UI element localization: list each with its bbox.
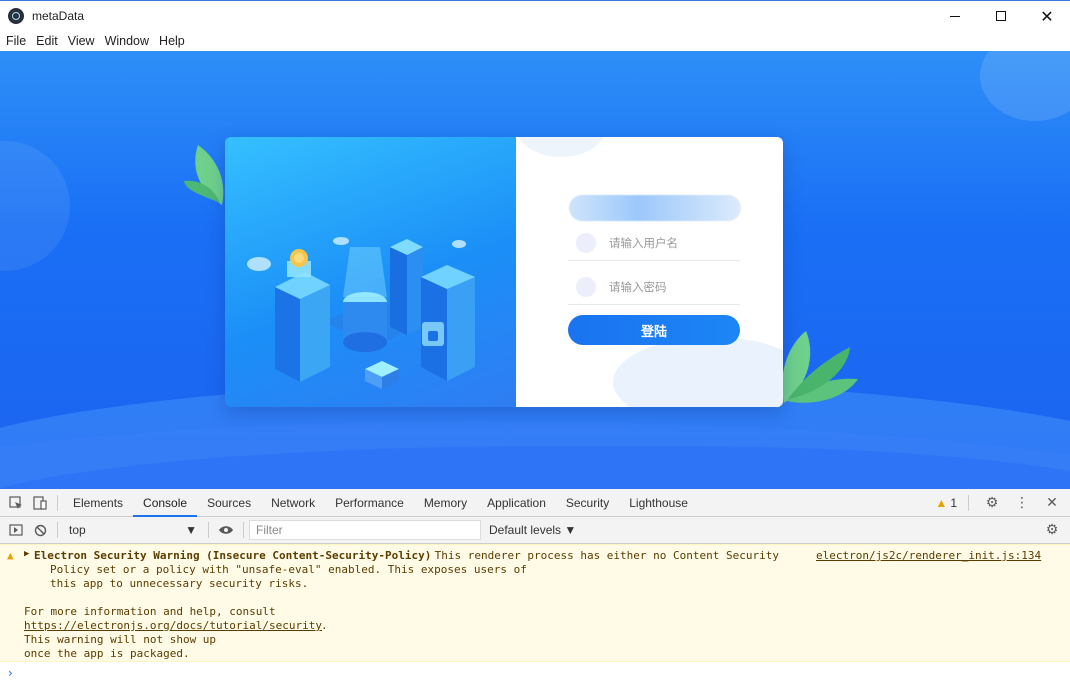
user-icon bbox=[576, 232, 596, 253]
dropdown-arrow-icon: ▼ bbox=[185, 523, 197, 537]
toolbar-divider bbox=[208, 522, 209, 538]
leaf-decoration-icon bbox=[782, 331, 858, 403]
close-icon: ✕ bbox=[1040, 6, 1054, 26]
device-toolbar-icon[interactable] bbox=[28, 491, 52, 515]
tab-network[interactable]: Network bbox=[261, 489, 325, 517]
console-warning-message: ▲ ▶ Electron Security Warning (Insecure … bbox=[0, 544, 1070, 662]
toolbar-divider bbox=[968, 495, 969, 511]
warning-icon: ▲ bbox=[935, 496, 948, 510]
password-field bbox=[568, 269, 740, 305]
docs-link[interactable]: https://electronjs.org/docs/tutorial/sec… bbox=[24, 619, 322, 632]
execution-context-select[interactable]: top ▼ bbox=[63, 520, 203, 540]
leaf-decoration-icon bbox=[184, 145, 224, 205]
tab-lighthouse[interactable]: Lighthouse bbox=[619, 489, 698, 517]
tab-sources[interactable]: Sources bbox=[197, 489, 261, 517]
settings-gear-icon[interactable]: ⚙ bbox=[980, 491, 1004, 515]
window-title: metaData bbox=[32, 9, 85, 23]
devtools-tab-actions: ▲ 1 ⚙ ⋮ ✕ bbox=[935, 489, 1064, 517]
toolbar-divider bbox=[243, 522, 244, 538]
username-field bbox=[568, 225, 740, 261]
show-sidebar-icon[interactable] bbox=[4, 518, 28, 542]
warning-text: For more information and help, consult bbox=[24, 605, 276, 618]
tab-security[interactable]: Security bbox=[556, 489, 619, 517]
maximize-icon bbox=[996, 11, 1006, 21]
login-card: 登陆 bbox=[225, 137, 783, 407]
background-blob bbox=[980, 51, 1070, 121]
electron-app-icon bbox=[8, 8, 24, 24]
clear-console-icon[interactable] bbox=[28, 518, 52, 542]
lock-icon bbox=[576, 276, 596, 297]
tab-console[interactable]: Console bbox=[133, 489, 198, 517]
console-toolbar: top ▼ Default levels ▼ ⚙ bbox=[0, 517, 1070, 544]
menu-help[interactable]: Help bbox=[154, 34, 190, 48]
warning-text: This warning will not show up bbox=[24, 633, 217, 646]
warning-text: This renderer process has either no Cont… bbox=[428, 549, 779, 562]
login-form-panel: 登陆 bbox=[516, 137, 783, 407]
menu-window[interactable]: Window bbox=[100, 34, 154, 48]
toolbar-divider bbox=[57, 494, 58, 511]
warning-text: Policy set or a policy with "unsafe-eval… bbox=[50, 563, 527, 576]
tab-application[interactable]: Application bbox=[477, 489, 556, 517]
console-prompt[interactable]: › bbox=[8, 666, 13, 680]
background-blob bbox=[0, 141, 70, 271]
console-filter-input[interactable] bbox=[249, 520, 481, 540]
maximize-button[interactable] bbox=[978, 1, 1024, 31]
username-input[interactable] bbox=[609, 235, 729, 250]
live-expression-eye-icon[interactable] bbox=[214, 518, 238, 542]
warning-count: 1 bbox=[950, 496, 957, 510]
app-viewport: 登陆 bbox=[0, 51, 1070, 489]
isometric-server-illustration-icon bbox=[247, 237, 475, 389]
devtools-panel: Elements Console Sources Network Perform… bbox=[0, 489, 1070, 700]
inspect-element-icon[interactable] bbox=[4, 491, 28, 515]
warning-text: once the app is packaged. bbox=[24, 647, 190, 660]
more-options-icon[interactable]: ⋮ bbox=[1010, 491, 1034, 515]
warning-icon: ▲ bbox=[7, 549, 14, 562]
source-link[interactable]: electron/js2c/renderer_init.js:134 bbox=[816, 549, 1041, 562]
blurred-username-display bbox=[569, 195, 741, 221]
log-levels-dropdown[interactable]: Default levels ▼ bbox=[489, 523, 576, 537]
tab-memory[interactable]: Memory bbox=[414, 489, 477, 517]
login-illustration-panel bbox=[225, 137, 516, 407]
close-devtools-icon[interactable]: ✕ bbox=[1040, 491, 1064, 515]
menu-bar: File Edit View Window Help bbox=[0, 31, 1070, 51]
minimize-icon bbox=[950, 15, 960, 17]
execution-context-value: top bbox=[69, 523, 86, 537]
panel-decoration bbox=[516, 137, 606, 157]
password-input[interactable] bbox=[609, 279, 729, 294]
menu-file[interactable]: File bbox=[1, 34, 31, 48]
warning-text: this app to unnecessary security risks. bbox=[50, 577, 309, 590]
tab-elements[interactable]: Elements bbox=[63, 489, 133, 517]
close-button[interactable]: ✕ bbox=[1024, 1, 1070, 31]
devtools-tab-bar: Elements Console Sources Network Perform… bbox=[0, 489, 1070, 517]
toolbar-divider bbox=[57, 522, 58, 538]
tab-performance[interactable]: Performance bbox=[325, 489, 414, 517]
warning-counter[interactable]: ▲ 1 bbox=[935, 496, 957, 510]
expand-arrow-icon[interactable]: ▶ bbox=[24, 549, 29, 559]
menu-edit[interactable]: Edit bbox=[31, 34, 63, 48]
window-controls: ✕ bbox=[932, 1, 1070, 31]
title-bar: metaData ✕ bbox=[0, 0, 1070, 31]
warning-title: Electron Security Warning (Insecure Cont… bbox=[34, 549, 432, 562]
login-button[interactable]: 登陆 bbox=[568, 315, 740, 345]
console-settings-gear-icon[interactable]: ⚙ bbox=[1040, 518, 1064, 542]
panel-decoration bbox=[613, 337, 783, 407]
menu-view[interactable]: View bbox=[63, 34, 100, 48]
minimize-button[interactable] bbox=[932, 1, 978, 31]
warning-text: . bbox=[321, 619, 328, 632]
